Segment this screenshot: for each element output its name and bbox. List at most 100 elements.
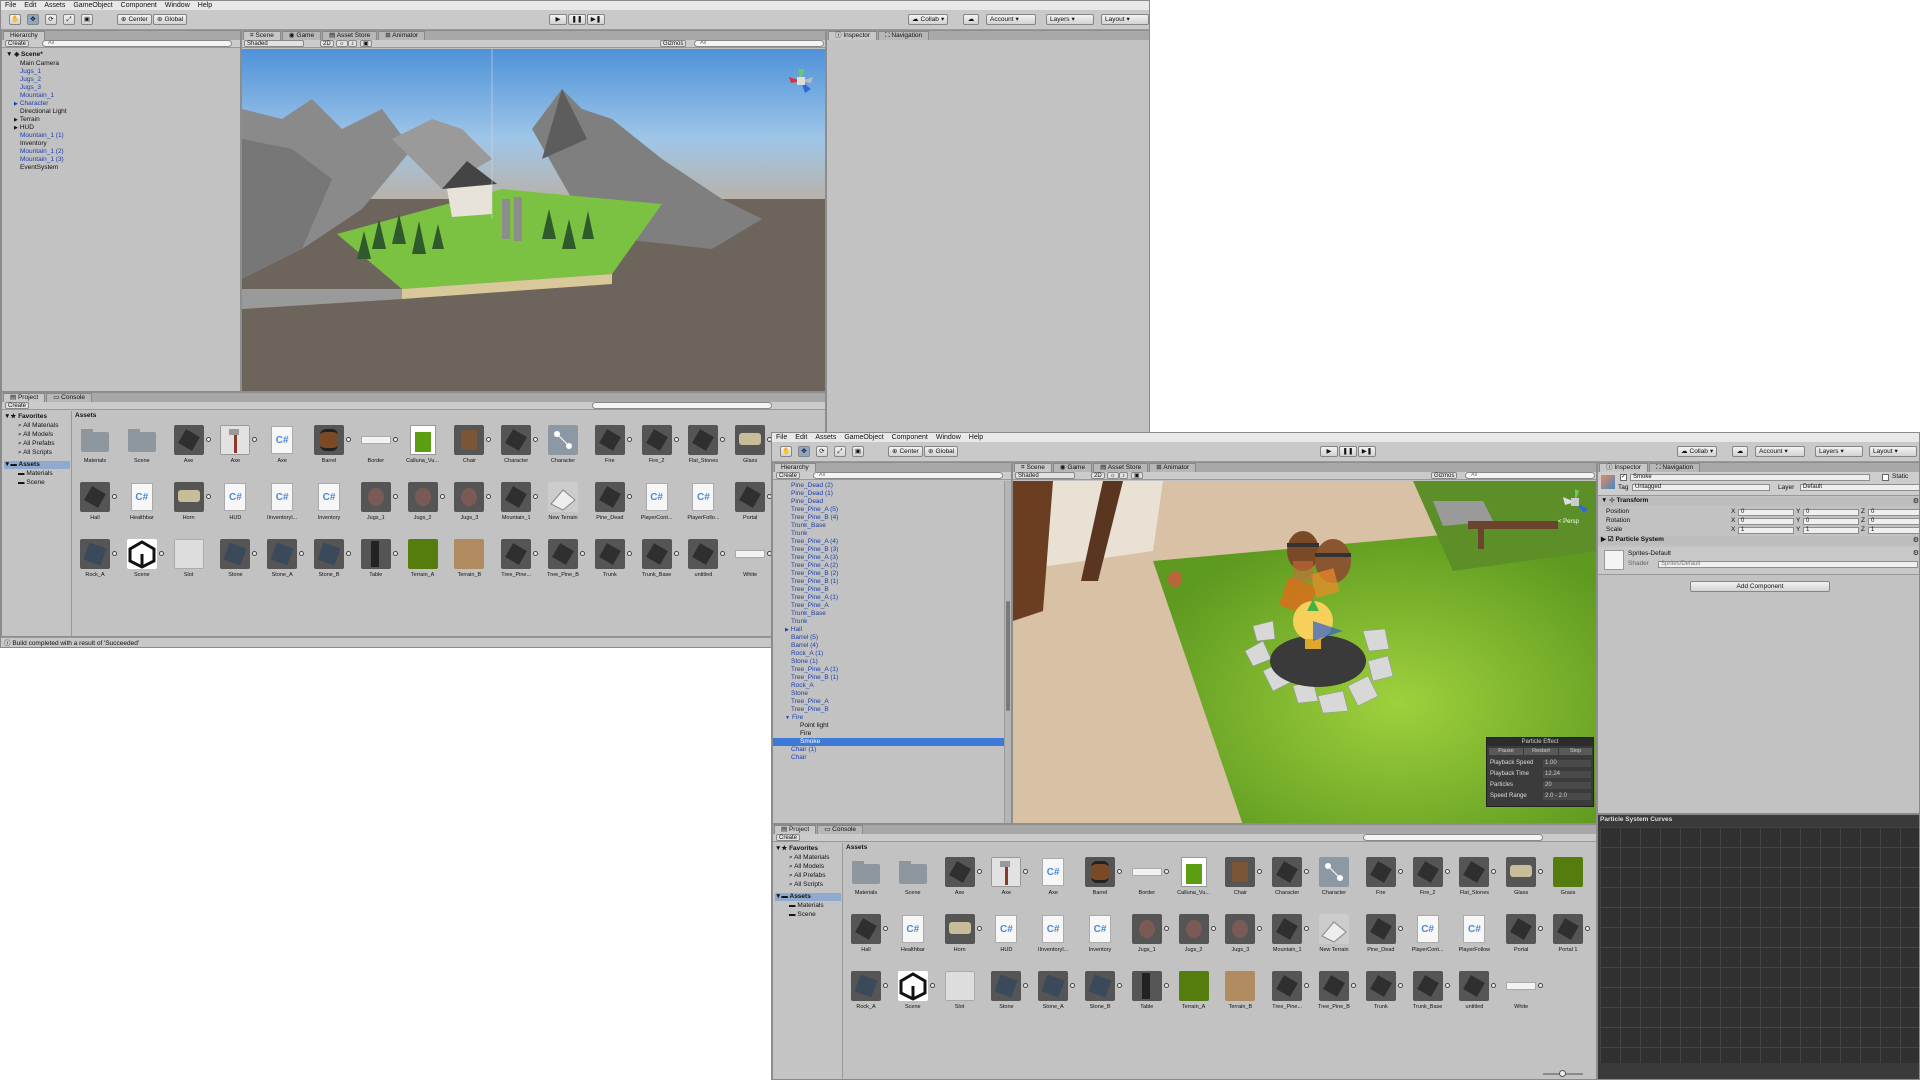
hierarchy-item[interactable]: EventSystem [20, 164, 58, 172]
hierarchy-item[interactable]: Tree_Pine_B (2) [791, 570, 838, 578]
slider-knob[interactable] [1559, 1070, 1566, 1077]
menu-item[interactable]: Help [969, 433, 983, 442]
expand-prefab-icon[interactable] [1397, 983, 1403, 988]
layer-dropdown[interactable]: Default [1800, 484, 1919, 491]
asset-tile[interactable]: C# Healthbar [127, 482, 157, 528]
hierarchy-item[interactable]: Pine_Dead (1) [791, 490, 833, 498]
asset-tile[interactable]: Border [360, 425, 398, 471]
tab-game[interactable]: ◉ Game [1052, 463, 1093, 472]
asset-tile[interactable]: Fire [594, 425, 632, 471]
expand-prefab-icon[interactable] [112, 494, 117, 499]
create-dropdown[interactable]: Create [776, 472, 801, 479]
asset-tile[interactable]: Character [1272, 857, 1310, 903]
asset-tile[interactable]: Materials [80, 425, 110, 471]
expand-prefab-icon[interactable] [392, 437, 398, 442]
particle-effect-value[interactable]: 20 [1543, 782, 1591, 789]
particle-effect-value[interactable]: 12.24 [1543, 771, 1591, 778]
tab-asset-store[interactable]: ▤ Asset Store [1093, 463, 1149, 472]
hierarchy-item[interactable]: Tree_Pine_A (4) [791, 538, 838, 546]
expand-prefab-icon[interactable] [626, 437, 632, 442]
asset-tile[interactable]: White [1506, 971, 1544, 1017]
asset-tile[interactable]: Stone [220, 539, 258, 585]
hierarchy-item[interactable]: Mountain_1 (1) [20, 132, 64, 140]
asset-tile[interactable]: Jugs_3 [1225, 914, 1263, 960]
asset-tile[interactable]: C# Healthbar [898, 914, 928, 960]
expand-prefab-icon[interactable] [486, 437, 492, 442]
persp-label[interactable]: < Persp [1558, 519, 1592, 525]
menu-item[interactable]: Component [121, 1, 157, 10]
asset-tile[interactable]: Rock_A [851, 971, 888, 1017]
menu-item[interactable]: GameObject [73, 1, 112, 10]
layers-dropdown[interactable]: Layers ▾ [1046, 14, 1094, 25]
expand-prefab-icon[interactable] [392, 494, 398, 499]
step-button[interactable]: ▶❚ [587, 14, 605, 25]
fav-all-scripts[interactable]: ⌕ All Scripts [18, 449, 52, 457]
asset-tile[interactable]: Trunk_Base [1412, 971, 1450, 1017]
transform-z-field[interactable]: 1 [1868, 527, 1919, 534]
global-button[interactable]: ⊛ Global [153, 14, 188, 25]
gear-icon[interactable]: ⚙ [1913, 536, 1919, 544]
expand-prefab-icon[interactable] [252, 437, 258, 442]
scene-gizmo-axes[interactable] [787, 67, 815, 95]
menu-item[interactable]: Component [892, 433, 928, 442]
asset-tile[interactable]: Stone_B [314, 539, 351, 585]
expand-prefab-icon[interactable] [1538, 983, 1544, 988]
expand-prefab-icon[interactable] [976, 869, 982, 874]
expand-prefab-icon[interactable] [1304, 869, 1310, 874]
tab-console[interactable]: ▭ Console [46, 393, 92, 402]
asset-tile[interactable]: untitled [688, 539, 726, 585]
scale-tool-button[interactable]: ⤢ [834, 446, 846, 457]
fav-all-prefabs[interactable]: ⌕ All Prefabs [789, 872, 826, 880]
shader-dropdown[interactable]: Sprites/Default [1658, 561, 1918, 568]
asset-tile[interactable]: C# PlayerFollo... [687, 482, 719, 528]
hierarchy-item[interactable]: Point light [800, 722, 829, 730]
tab-hierarchy[interactable]: Hierarchy [774, 463, 816, 472]
hierarchy-item[interactable]: Trunk [791, 618, 807, 626]
account-dropdown[interactable]: Account ▾ [986, 14, 1036, 25]
asset-tile[interactable]: Horn [173, 482, 211, 528]
hierarchy-item[interactable]: Main Camera [20, 60, 59, 68]
expand-prefab-icon[interactable] [252, 551, 258, 556]
hierarchy-item[interactable]: Tree_Pine_B [791, 706, 829, 714]
gear-icon[interactable]: ⚙ [1913, 497, 1919, 505]
global-button[interactable]: ⊛ Global [924, 446, 959, 457]
expand-prefab-icon[interactable] [1444, 983, 1450, 988]
asset-tile[interactable]: Border [1131, 857, 1169, 903]
asset-tile[interactable]: Fire [1365, 857, 1403, 903]
tab-inspector[interactable]: ⓘ Inspector [828, 31, 878, 40]
menu-item[interactable]: Assets [815, 433, 836, 442]
expand-prefab-icon[interactable] [1351, 983, 1356, 988]
expand-prefab-icon[interactable] [1444, 869, 1450, 874]
lighting-toggle-icon[interactable]: ☼ [1107, 472, 1119, 479]
collab-dropdown[interactable]: ☁ Collab ▾ [908, 14, 949, 25]
transform-x-field[interactable]: 0 [1738, 518, 1794, 525]
menu-item[interactable]: GameObject [844, 433, 883, 442]
asset-tile[interactable]: Rock_A [80, 539, 117, 585]
expand-prefab-icon[interactable] [976, 926, 982, 931]
move-tool-button[interactable]: ✥ [27, 14, 39, 25]
asset-tile[interactable]: Portal [1506, 914, 1544, 960]
expand-prefab-icon[interactable] [205, 437, 211, 442]
scene-viewport-2[interactable]: < Persp Particle Effect Pause Restart St… [1013, 481, 1596, 823]
hierarchy-search-input[interactable]: All [42, 40, 232, 47]
triangle-right-icon[interactable]: ▶ [785, 627, 789, 633]
asset-tile[interactable]: Slot [944, 971, 975, 1017]
tag-dropdown[interactable]: Untagged [1632, 484, 1770, 491]
asset-tile[interactable]: Mountain_1 [501, 482, 539, 528]
asset-tile[interactable]: Pine_Dead [1365, 914, 1403, 960]
asset-tile[interactable]: Table [360, 539, 398, 585]
fav-all-prefabs[interactable]: ⌕ All Prefabs [18, 440, 55, 448]
tab-navigation[interactable]: ⛶ Navigation [1649, 463, 1701, 472]
project-create-dropdown[interactable]: Create [5, 402, 30, 409]
asset-tile[interactable]: C# Inventory [314, 482, 344, 528]
fav-all-models[interactable]: ⌕ All Models [789, 863, 824, 871]
expand-prefab-icon[interactable] [439, 494, 445, 499]
shaded-dropdown[interactable]: Shaded [244, 40, 304, 47]
pivot-center-button[interactable]: ⊕ Center [117, 14, 152, 25]
hierarchy-item[interactable]: Barrel (4) [791, 642, 818, 650]
materials-folder[interactable]: ▬ Materials [18, 470, 53, 478]
expand-prefab-icon[interactable] [720, 551, 726, 556]
hierarchy-item[interactable]: Chair (1) [791, 746, 816, 754]
asset-tile[interactable]: Scene [126, 539, 164, 585]
pause-effect-button[interactable]: Pause [1489, 748, 1523, 755]
